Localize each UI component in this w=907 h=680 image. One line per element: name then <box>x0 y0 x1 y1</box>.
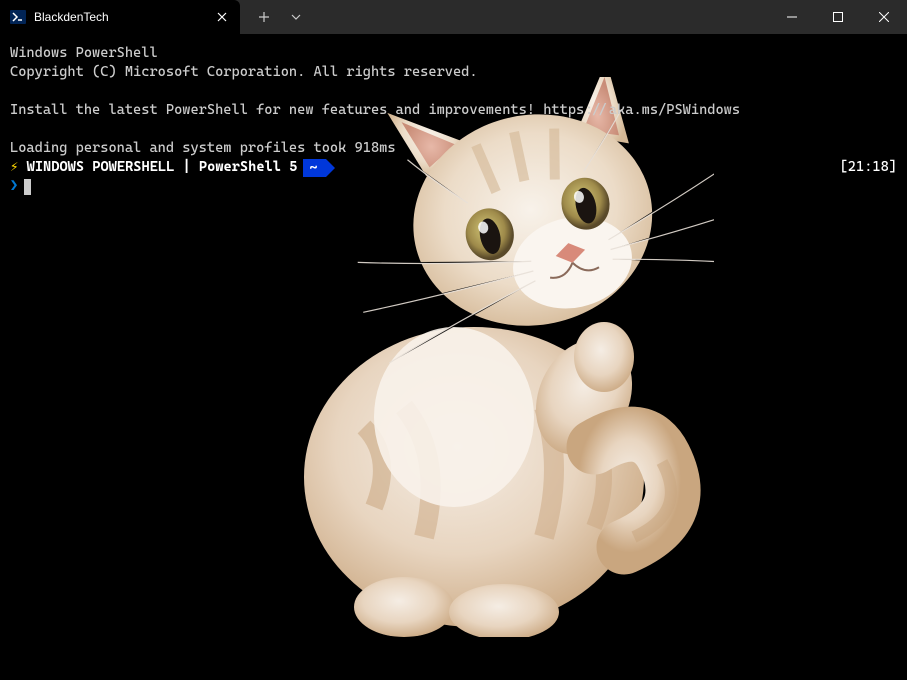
tab-dropdown-button[interactable] <box>280 0 312 34</box>
terminal-content: Windows PowerShell Copyright (C) Microso… <box>10 44 897 196</box>
terminal-header-line: Windows PowerShell <box>10 44 897 63</box>
title-bar: BlackdenTech <box>0 0 907 34</box>
tab-actions <box>240 0 312 34</box>
tab-close-button[interactable] <box>214 9 230 25</box>
minimize-button[interactable] <box>769 0 815 34</box>
close-button[interactable] <box>861 0 907 34</box>
terminal-profile-line: Loading personal and system profiles too… <box>10 139 897 158</box>
tab-title: BlackdenTech <box>34 10 214 24</box>
terminal-install-line: Install the latest PowerShell for new fe… <box>10 101 897 120</box>
maximize-button[interactable] <box>815 0 861 34</box>
text-cursor <box>24 179 31 195</box>
prompt-segment-text: WINDOWS POWERSHELL | PowerShell 5 <box>27 158 298 177</box>
prompt-path-segment: ~ <box>303 159 325 177</box>
terminal-copyright-line: Copyright (C) Microsoft Corporation. All… <box>10 63 897 82</box>
new-tab-button[interactable] <box>248 0 280 34</box>
prompt-row: ⚡ WINDOWS POWERSHELL | PowerShell 5 ~ [2… <box>10 158 897 177</box>
prompt-left: ⚡ WINDOWS POWERSHELL | PowerShell 5 ~ <box>10 158 326 177</box>
terminal-area[interactable]: Windows PowerShell Copyright (C) Microso… <box>0 34 907 680</box>
input-line[interactable]: ❯ <box>10 177 897 196</box>
bolt-icon: ⚡ <box>10 158 18 177</box>
window-controls <box>769 0 907 34</box>
input-prompt-symbol: ❯ <box>10 177 18 196</box>
blank-line <box>10 120 897 139</box>
prompt-timestamp: [21:18] <box>840 158 897 177</box>
powershell-icon <box>10 9 26 25</box>
blank-line <box>10 82 897 101</box>
active-tab[interactable]: BlackdenTech <box>0 0 240 34</box>
